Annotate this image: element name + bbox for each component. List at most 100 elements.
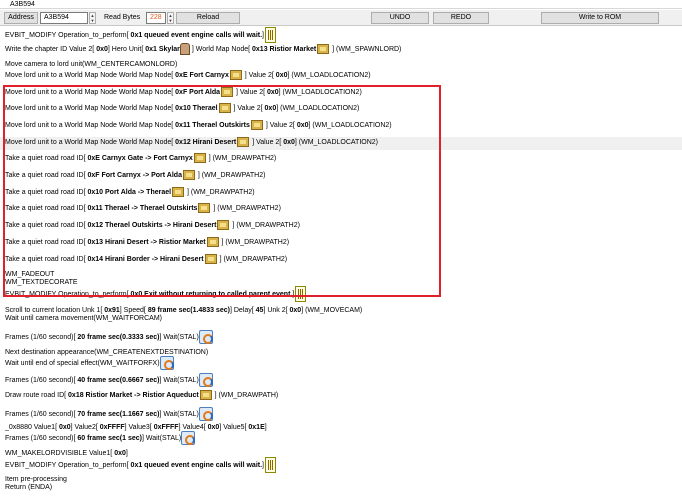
line-value: 0x14 Hirani Border -> Hirani Desert (87, 255, 204, 263)
line-value: 0x13 Ristior Market (252, 45, 317, 53)
wait-icon (181, 431, 196, 445)
line-text: ] (292, 290, 295, 298)
script-line[interactable]: Move lord unit to a World Map Node World… (5, 87, 362, 97)
script-line[interactable]: Frames (1/60 second)[ 20 frame sec(0.333… (5, 330, 213, 344)
line-text: ] (264, 424, 267, 431)
line-text: ] Hero Unit[ (107, 45, 146, 53)
script-line[interactable]: Take a quiet road road ID[ 0x10 Port Ald… (5, 187, 255, 197)
line-text: ] Value 2[ (250, 138, 284, 146)
road-icon (217, 220, 230, 230)
line-text: ] (WM_DRAWPATH2) (211, 204, 281, 212)
script-line[interactable]: Take a quiet road road ID[ 0x12 Therael … (5, 220, 300, 230)
line-text: ] Delay[ (229, 307, 256, 314)
line-text: Move lord unit to a World Map Node World… (5, 121, 176, 129)
line-text: Frames (1/60 second)[ (5, 376, 78, 384)
event-icon (265, 457, 276, 473)
redo-button[interactable]: REDO (433, 12, 489, 24)
line-value: 0x0 (96, 45, 108, 53)
line-value: 40 frame sec(0.6667 sec) (77, 376, 160, 384)
line-text: Wait until end of special effect(WM_WAIT… (5, 359, 160, 367)
line-text: ] Value4[ (178, 424, 208, 431)
script-line[interactable]: Move lord unit to a World Map Node World… (5, 137, 378, 147)
script-line[interactable]: Take a quiet road road ID[ 0x11 Therael … (5, 203, 281, 213)
line-value: 0x0 Exit without returning to called par… (130, 290, 293, 298)
script-line[interactable]: Move lord unit to a World Map Node World… (5, 103, 359, 113)
script-line[interactable]: Frames (1/60 second)[ 40 frame sec(0.666… (5, 373, 213, 387)
line-text: Write the chapter ID Value 2[ (5, 45, 97, 53)
script-line[interactable]: Move lord unit to a World Map Node World… (5, 70, 371, 80)
portrait-icon (179, 43, 190, 55)
address-spinner[interactable]: ▲ ▼ (89, 12, 96, 24)
line-text: Take a quiet road road ID[ (5, 188, 88, 196)
line-text: Frames (1/60 second)[ (5, 434, 78, 442)
reload-button[interactable]: Reload (176, 12, 240, 24)
address-button[interactable]: Address (4, 12, 38, 24)
script-line[interactable]: Frames (1/60 second)[ 70 frame sec(1.166… (5, 407, 213, 421)
script-line[interactable]: Take a quiet road road ID[ 0x13 Hirani D… (5, 237, 289, 247)
script-line[interactable]: Take a quiet road road ID[ 0xF Fort Carn… (5, 170, 265, 180)
script-line[interactable]: Take a quiet road road ID[ 0xE Carnyx Ga… (5, 153, 276, 163)
line-text: ] Value 2[ (234, 88, 267, 96)
address-input[interactable]: A3B594 (40, 12, 88, 24)
line-value: 0x1 Skylar (145, 45, 180, 53)
script-line[interactable]: Return (ENDA) (5, 483, 52, 492)
line-value: 0x1E (248, 424, 265, 431)
line-text: ] Wait(STAL) (159, 376, 199, 384)
line-value: 0x12 Therael Outskirts -> Hirani Desert (87, 221, 217, 229)
line-value: 0x11 Therael Outskirts (175, 121, 250, 129)
script-line[interactable]: Move camera to lord unit(WM_CENTERCAMONL… (5, 60, 177, 69)
road-icon (199, 390, 212, 400)
line-value: 0xF Fort Carnyx -> Port Alda (87, 171, 182, 179)
line-text: ] (WM_DRAWPATH2) (185, 188, 255, 196)
line-text: Scroll to current location Unk 1[ (5, 307, 105, 314)
read-bytes-spinner[interactable]: ▲ ▼ (167, 12, 174, 24)
line-value: 0xF Port Alda (175, 88, 221, 96)
line-value: 0x13 Hirani Desert -> Ristior Market (87, 238, 206, 246)
undo-button[interactable]: UNDO (371, 12, 429, 24)
script-line[interactable]: EVBIT_MODIFY Operation_to_perform[ 0x1 q… (5, 27, 277, 43)
line-text: ] (WM_DRAWPATH2) (206, 154, 277, 162)
script-line[interactable]: Draw route road ID[ 0x18 Ristior Market … (5, 390, 278, 400)
line-text: ] Value3[ (124, 424, 154, 431)
map-node-icon (237, 137, 250, 147)
line-text: Take a quiet road road ID[ (5, 154, 88, 162)
script-line[interactable]: Write the chapter ID Value 2[ 0x0] Hero … (5, 43, 401, 55)
line-value: 0x0 (283, 138, 295, 146)
line-value: 0x1 queued event engine calls will wait. (130, 461, 263, 469)
road-icon (182, 170, 195, 180)
script-line[interactable]: Take a quiet road road ID[ 0x14 Hirani B… (5, 254, 287, 264)
road-icon (206, 237, 219, 247)
line-text: Take a quiet road road ID[ (5, 221, 88, 229)
line-text: ] (WM_LOADLOCATION2) (278, 88, 362, 96)
line-value: 0x0 (275, 71, 288, 79)
script-line[interactable]: Wait until camera movement(WM_WAITFORCAM… (5, 314, 162, 323)
line-value: 0xFFFF (153, 424, 179, 431)
map-node-icon (218, 103, 231, 113)
read-bytes-input[interactable]: 228 (146, 12, 166, 24)
line-text: ] World Map Node[ (189, 45, 253, 53)
line-value: 0x0 (289, 307, 302, 314)
write-to-rom-button[interactable]: Write to ROM (541, 12, 659, 24)
line-value: 0x0 (266, 88, 279, 96)
road-icon (172, 187, 185, 197)
window-title: A3B594 (10, 1, 35, 8)
wait-icon (198, 373, 213, 387)
line-text: ] (WM_DRAWPATH2) (230, 221, 300, 229)
read-bytes-label: Read Bytes (104, 14, 141, 21)
line-value: 0x10 Port Alda -> Therael (87, 188, 172, 196)
script-line[interactable]: Move lord unit to a World Map Node World… (5, 120, 392, 130)
script-line[interactable]: EVBIT_MODIFY Operation_to_perform[ 0x0 E… (5, 286, 307, 302)
script-line[interactable]: Wait until end of special effect(WM_WAIT… (5, 356, 174, 370)
road-icon (204, 254, 217, 264)
line-value: 0x91 (104, 307, 120, 314)
line-text: WM_MAKELORDVISIBLE Value1[ (5, 450, 115, 457)
line-text: ] (WM_LOADLOCATION2) (294, 138, 378, 146)
line-text: WM_FADEOUT (5, 271, 55, 278)
line-text: Take a quiet road road ID[ (5, 204, 88, 212)
line-value: 0xE Fort Carnyx (175, 71, 229, 79)
line-text: Move lord unit to a World Map Node World… (5, 104, 176, 112)
line-text: ] (WM_DRAWPATH) (212, 391, 279, 399)
line-text: ] (WM_LOADLOCATION2) (276, 104, 360, 112)
script-line[interactable]: Frames (1/60 second)[ 60 frame sec(1 sec… (5, 431, 196, 445)
script-line[interactable]: EVBIT_MODIFY Operation_to_perform[ 0x1 q… (5, 457, 277, 473)
